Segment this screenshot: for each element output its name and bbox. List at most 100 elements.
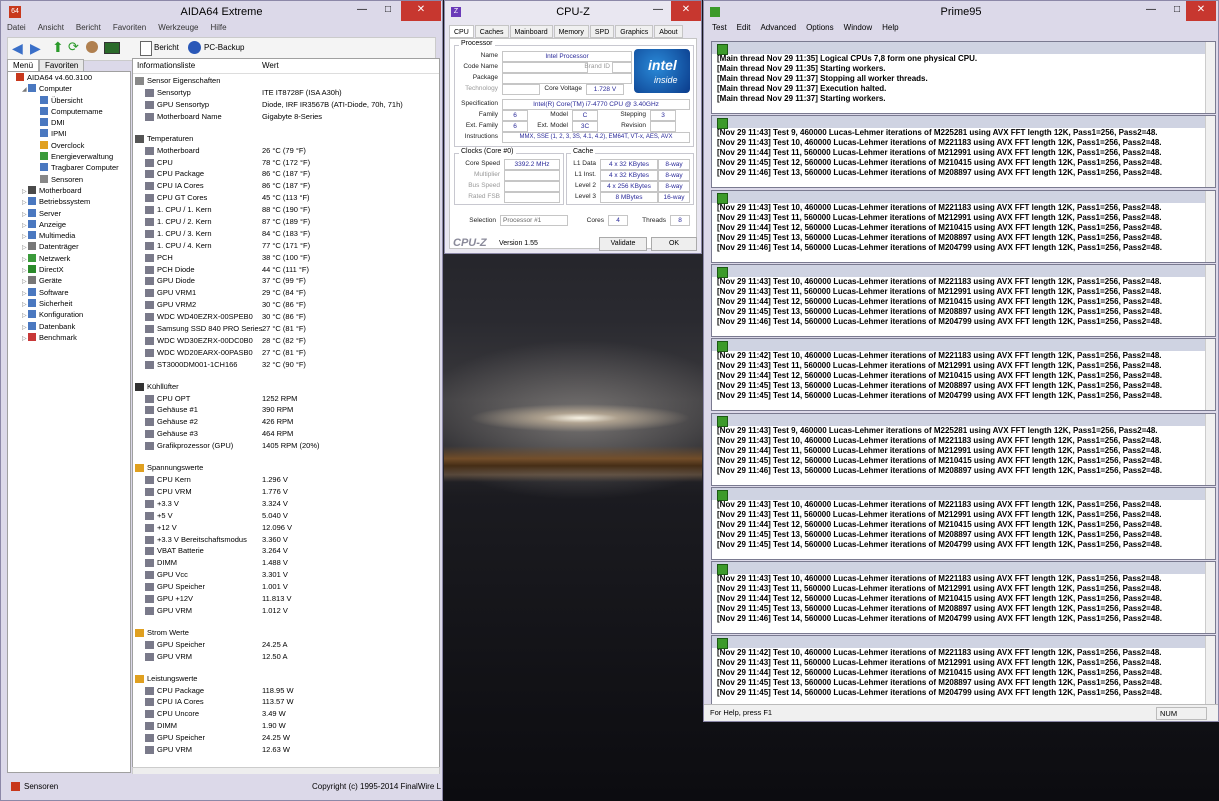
tree-item[interactable]: ▷ Geräte [8,275,130,286]
sensor-row[interactable]: 1. CPU / 1. Kern 88 °C (190 °F) [133,204,439,216]
navigation-tree[interactable]: AIDA64 v4.60.3100 ◢ Computer Übersicht Compu… [7,71,131,773]
sensor-row[interactable]: CPU IA Cores 86 °C (187 °F) [133,180,439,192]
worker-window-titlebar[interactable] [712,116,1215,130]
tree-item[interactable]: ▷ Motherboard [8,185,130,196]
sensor-row[interactable]: PCH Diode 44 °C (111 °F) [133,264,439,276]
sensor-row[interactable]: DIMM 1.90 W [133,720,439,732]
menu-bericht[interactable]: Bericht [76,23,101,37]
sensor-row[interactable]: GPU Vcc 3.301 V [133,569,439,581]
worker-scrollbar[interactable] [1205,42,1215,113]
tree-item[interactable]: Computername [8,106,130,117]
worker-window[interactable]: [Nov 29 11:43] Test 9, 460000 Lucas-Lehm… [711,115,1216,189]
worker-window-titlebar[interactable] [712,339,1215,353]
sensor-row[interactable]: CPU 78 °C (172 °F) [133,157,439,169]
chip-icon[interactable] [104,42,120,54]
aida64-window[interactable]: 64 AIDA64 Extreme — □ ✕ Datei Ansicht Be… [0,0,443,801]
sensor-row[interactable]: WDC WD40EZRX-00SPEB0 30 °C (86 °F) [133,311,439,323]
tree-item[interactable]: AIDA64 v4.60.3100 [8,72,130,83]
prime95-worker-icon[interactable] [717,564,728,576]
tree-item[interactable]: Übersicht [8,95,130,106]
tree-item[interactable]: DMI [8,117,130,128]
tree-item[interactable]: ▷ Betriebssystem [8,196,130,207]
sensor-row[interactable]: CPU Package 118.95 W [133,685,439,697]
tab-memory[interactable]: Memory [553,25,589,38]
tree-item[interactable]: ▷ Sicherheit [8,298,130,309]
sensor-row[interactable]: GPU VRM 1.012 V [133,605,439,617]
sensor-row[interactable]: GPU Speicher 1.001 V [133,581,439,593]
prime95-worker-icon[interactable] [717,341,728,353]
worker-window[interactable]: [Nov 29 11:43] Test 9, 460000 Lucas-Lehm… [711,412,1216,486]
worker-window[interactable]: [Nov 29 11:43] Test 10, 460000 Lucas-Leh… [711,561,1216,635]
menu-help[interactable]: Help [882,23,898,37]
worker-scrollbar[interactable] [1205,190,1215,262]
tree-item[interactable]: ▷ Datenträger [8,241,130,252]
menu-options[interactable]: Options [806,23,834,37]
ok-button[interactable]: OK [651,237,697,251]
prime95-close-button[interactable]: ✕ [1186,1,1216,21]
worker-scrollbar[interactable] [1205,116,1215,188]
worker-window-titlebar[interactable] [712,190,1215,204]
prime95-worker-icon[interactable] [717,415,728,427]
sensor-row[interactable]: +12 V 12.096 V [133,522,439,534]
sensor-row[interactable]: GPU VRM2 30 °C (86 °F) [133,299,439,311]
worker-window[interactable]: [Nov 29 11:43] Test 10, 460000 Lucas-Leh… [711,263,1216,337]
sensor-row[interactable]: WDC WD20EARX-00PASB0 27 °C (81 °F) [133,347,439,359]
forward-arrow-icon[interactable]: ▶ [30,40,41,57]
menu-favoriten[interactable]: Favoriten [113,23,146,37]
tree-item[interactable]: Sensoren [8,174,130,185]
tree-item[interactable]: ▷ Anzeige [8,219,130,230]
menu-ansicht[interactable]: Ansicht [38,23,64,37]
aida64-titlebar[interactable]: 64 AIDA64 Extreme — □ ✕ [1,1,442,23]
selection-dropdown[interactable]: Processor #1 [500,215,568,226]
sensor-row[interactable]: Motherboard Name Gigabyte 8-Series [133,111,439,123]
sensor-row[interactable]: GPU VRM1 29 °C (84 °F) [133,287,439,299]
worker-window[interactable]: [Nov 29 11:43] Test 10, 460000 Lucas-Leh… [711,189,1216,263]
sensor-row[interactable]: VBAT Batterie 3.264 V [133,545,439,557]
sensor-row[interactable]: GPU VRM 12.63 W [133,744,439,756]
report-button[interactable]: Bericht [154,43,179,52]
sensor-row[interactable]: ST3000DM001-1CH166 32 °C (90 °F) [133,359,439,371]
prime95-worker-icon[interactable] [717,44,728,55]
tree-item[interactable]: Tragbarer Computer [8,162,130,173]
sensor-row[interactable]: 1. CPU / 3. Kern 84 °C (183 °F) [133,228,439,240]
menu-werkzeuge[interactable]: Werkzeuge [158,23,198,37]
tree-item[interactable]: ◢ Computer [8,83,130,94]
prime95-worker-icon[interactable] [717,118,728,130]
validate-button[interactable]: Validate [599,237,647,251]
sensor-row[interactable]: CPU OPT 1252 RPM [133,393,439,405]
tab-caches[interactable]: Caches [474,25,509,38]
tree-item[interactable]: ▷ Server [8,208,130,219]
worker-window[interactable]: [Nov 29 11:42] Test 10, 460000 Lucas-Leh… [711,338,1216,412]
sensor-row[interactable]: GPU +12V 11.813 V [133,593,439,605]
sensor-row[interactable]: GPU Sensortyp Diode, IRF IR3567B (ATI-Dio… [133,99,439,111]
tree-item[interactable]: ▷ DirectX [8,264,130,275]
prime95-worker-icon[interactable] [717,266,728,278]
sensor-row[interactable]: 1. CPU / 4. Kern 77 °C (171 °F) [133,240,439,252]
sensor-row[interactable]: Gehäuse #3 464 RPM [133,428,439,440]
tree-item[interactable]: ▷ Benchmark [8,332,130,343]
worker-scrollbar[interactable] [1205,413,1215,485]
tree-item[interactable]: ▷ Software [8,287,130,298]
cpuz-minimize-button[interactable]: — [645,1,671,21]
column-value[interactable]: Wert [262,59,279,73]
prime95-worker-icon[interactable] [717,489,728,501]
tab-graphics[interactable]: Graphics [615,25,654,38]
user-icon[interactable] [86,41,98,53]
up-arrow-icon[interactable]: ⬆ [52,39,64,56]
sensor-row[interactable]: +3.3 V Bereitschaftsmodus 3.360 V [133,534,439,546]
prime95-window[interactable]: Prime95 — □ ✕ Test Edit Advanced Options… [703,0,1219,722]
cpuz-titlebar[interactable]: Z CPU-Z — ✕ [445,1,701,23]
worker-window-titlebar[interactable] [712,636,1215,650]
cpuz-window[interactable]: Z CPU-Z — ✕ CPU Caches Mainboard Memory … [444,0,702,254]
worker-scrollbar[interactable] [1205,636,1215,708]
maximize-button[interactable]: □ [375,1,401,21]
refresh-icon[interactable]: ⟳ [68,39,79,55]
cpuz-close-button[interactable]: ✕ [671,1,701,21]
tree-item[interactable]: ▷ Netzwerk [8,253,130,264]
minimize-button[interactable]: — [349,1,375,21]
worker-window-titlebar[interactable] [712,562,1215,576]
worker-scrollbar[interactable] [1205,562,1215,634]
sensor-row[interactable]: CPU GT Cores 45 °C (113 °F) [133,192,439,204]
sensor-row[interactable]: Motherboard 26 °C (79 °F) [133,145,439,157]
tree-item[interactable]: Energieverwaltung [8,151,130,162]
